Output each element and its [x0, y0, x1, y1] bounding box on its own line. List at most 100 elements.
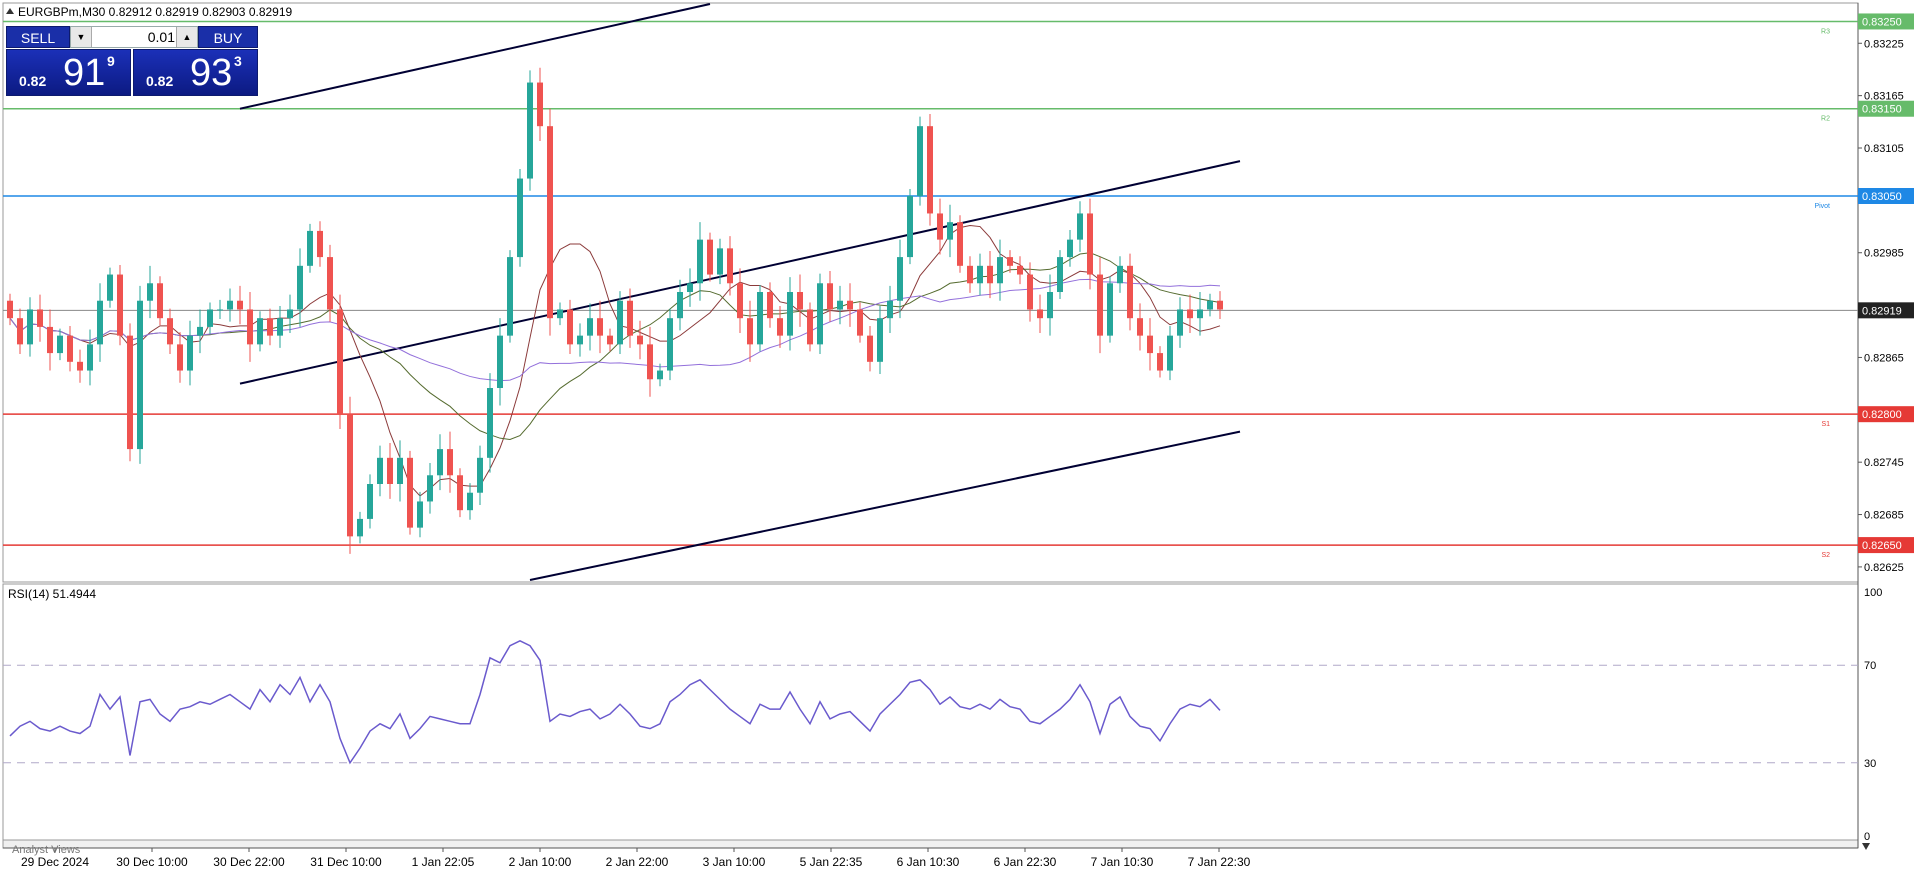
sell-button[interactable]: SELL [6, 26, 70, 48]
lot-size-control: ▼ ▲ [70, 26, 198, 48]
candle-body [947, 222, 953, 240]
lot-decrease-icon[interactable]: ▼ [71, 27, 92, 47]
trendline [239, 3, 711, 110]
sell-price-big: 91 [63, 52, 106, 94]
candle-body [647, 344, 653, 380]
candle-body [67, 335, 73, 362]
candle-body [747, 318, 753, 345]
candle-body [377, 457, 383, 484]
candle-body [1157, 353, 1163, 371]
lot-increase-icon[interactable]: ▲ [176, 27, 197, 47]
candle-body [777, 318, 783, 336]
candle-body [397, 457, 403, 484]
candle-body [1047, 292, 1053, 319]
chart-title-symbol: EURGBPm,M30 0.82912 0.82919 0.82903 0.82… [18, 5, 293, 19]
level-price-label: 0.83150 [1862, 104, 1902, 116]
candle-body [1177, 309, 1183, 336]
candle-body [357, 518, 363, 537]
analyst-views-bar[interactable] [2, 839, 1859, 849]
candle-body [847, 300, 853, 310]
candle-body [267, 318, 273, 336]
y-tick-label: 0.83105 [1864, 143, 1904, 155]
level-name-r3: R3 [1821, 28, 1830, 35]
candle-body [57, 335, 63, 354]
candle-body [567, 309, 573, 345]
candle-body [1087, 213, 1093, 275]
buy-button[interactable]: BUY [198, 26, 258, 48]
analyst-views-label[interactable]: Analyst Views [12, 844, 81, 856]
candle-body [907, 196, 913, 258]
candle-body [1117, 265, 1123, 284]
candle-body [867, 335, 873, 362]
rsi-line [9, 639, 1221, 765]
x-tick-label: 29 Dec 2024 [21, 855, 89, 869]
candle-body [297, 265, 303, 310]
candle-body [987, 265, 993, 284]
candle-body [1097, 274, 1103, 336]
candle-body [607, 335, 613, 345]
candle-body [697, 239, 703, 284]
candle-body [667, 318, 673, 371]
candle-body [1067, 239, 1073, 258]
candle-body [207, 309, 213, 327]
candle-body [1137, 318, 1143, 336]
candle-body [957, 222, 963, 266]
candle-body [827, 283, 833, 310]
sell-price-quote[interactable]: 0.82 91 9 [6, 49, 131, 96]
candle-body [707, 239, 713, 275]
candle-body [1217, 300, 1223, 310]
x-tick-label: 6 Jan 22:30 [994, 855, 1057, 869]
candle-body [77, 361, 83, 371]
lot-size-input[interactable] [93, 28, 177, 46]
candle-body [47, 326, 53, 354]
candle-body [437, 449, 443, 476]
candle-body [997, 257, 1003, 284]
candle-body [1187, 309, 1193, 319]
candle-body [367, 484, 373, 519]
rsi-title: RSI(14) 51.4944 [8, 587, 96, 601]
candle-body [457, 475, 463, 511]
candle-body [547, 126, 553, 319]
candle-body [147, 283, 153, 301]
candle-body [427, 475, 433, 502]
candle-body [477, 457, 483, 493]
candle-body [757, 292, 763, 345]
candle-body [887, 300, 893, 319]
candle-body [737, 283, 743, 319]
current-price-label: 0.82919 [1862, 305, 1902, 317]
buy-price-quote[interactable]: 0.82 93 3 [133, 49, 258, 96]
rsi-frame [2, 583, 1859, 841]
candle-body [157, 283, 163, 319]
candle-body [177, 344, 183, 371]
level-name-s2: S2 [1821, 552, 1830, 559]
scroll-end-icon[interactable] [1862, 843, 1870, 850]
candle-body [937, 213, 943, 240]
candle-body [407, 457, 413, 528]
y-tick-label: 0.82745 [1864, 457, 1904, 469]
candle-body [1107, 283, 1113, 336]
rsi-tick-label: 30 [1864, 758, 1876, 770]
candle-body [337, 309, 343, 415]
candle-body [1027, 274, 1033, 310]
candle-body [817, 283, 823, 345]
candle-body [307, 230, 313, 266]
candle-body [877, 318, 883, 362]
candle-body [17, 318, 23, 345]
candle-body [927, 126, 933, 214]
trading-chart[interactable]: R3 0.83250 R2 0.83150 Pivot 0.83050 S1 0.82800 S… [0, 0, 1916, 874]
level-name-pivot: Pivot [1814, 203, 1830, 210]
candle-body [127, 335, 133, 450]
collapse-arrow-icon[interactable] [6, 8, 14, 14]
rsi-tick-label: 100 [1864, 587, 1882, 599]
sell-price-sup: 9 [107, 53, 115, 69]
one-click-trading-panel: SELL ▼ ▲ BUY 0.82 91 9 0.82 93 3 [6, 26, 258, 96]
candle-body [577, 335, 583, 345]
level-price-label: 0.83050 [1862, 191, 1902, 203]
candle-body [387, 457, 393, 484]
candle-body [727, 248, 733, 284]
candle-body [247, 309, 253, 345]
candle-body [1167, 335, 1173, 371]
main-chart-frame [2, 2, 1859, 583]
x-tick-label: 1 Jan 22:05 [412, 855, 475, 869]
candle-body [447, 449, 453, 476]
